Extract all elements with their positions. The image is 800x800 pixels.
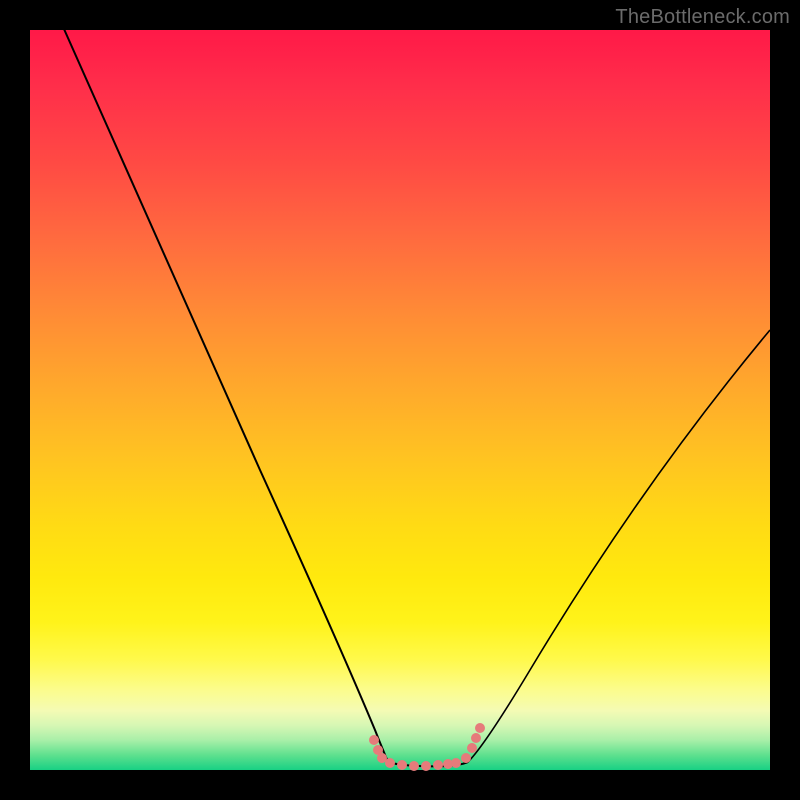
watermark-text: TheBottleneck.com — [615, 6, 790, 29]
plot-area — [30, 30, 770, 770]
chart-frame: TheBottleneck.com — [0, 0, 800, 800]
valley-markers — [369, 723, 485, 771]
curve-left-branch — [60, 20, 388, 762]
bottleneck-curve — [30, 30, 770, 770]
curve-right-branch — [468, 330, 770, 762]
